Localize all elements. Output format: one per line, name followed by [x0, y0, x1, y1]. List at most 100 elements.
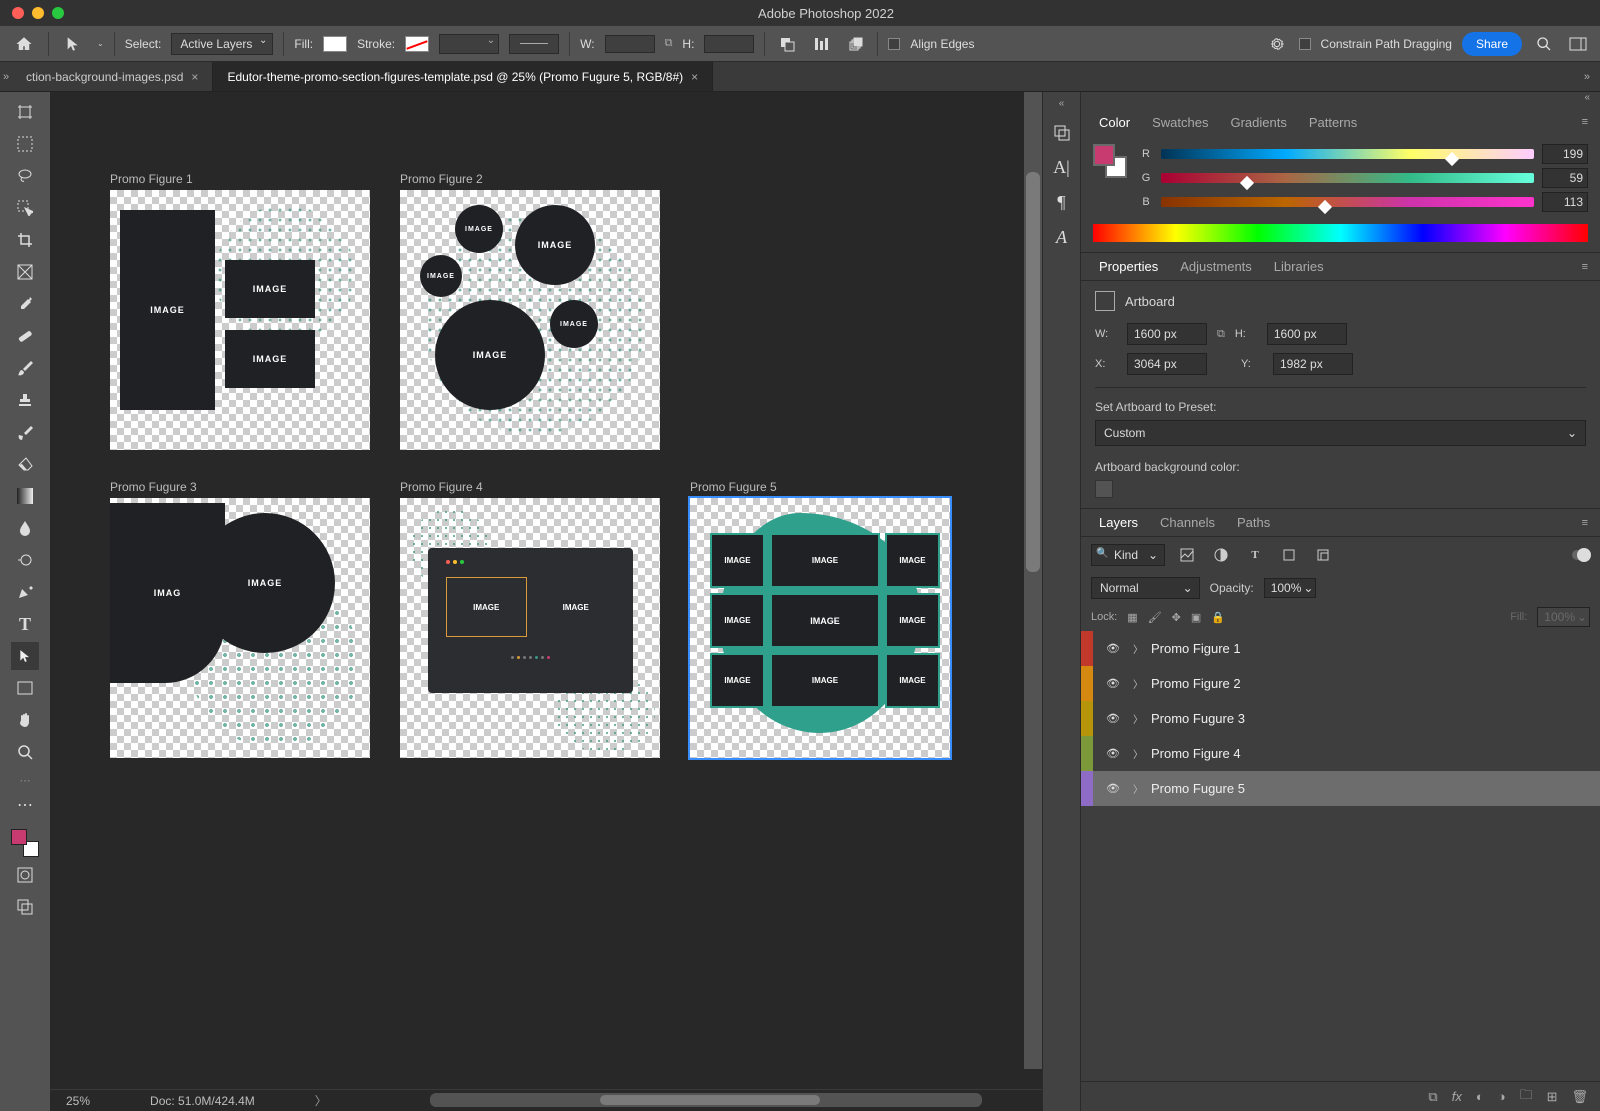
spectrum-picker[interactable] — [1093, 224, 1588, 242]
zoom-tool[interactable] — [11, 738, 39, 766]
options-gear-button[interactable] — [1265, 32, 1289, 56]
align-edges-checkbox[interactable] — [888, 38, 900, 50]
height-field[interactable] — [704, 35, 754, 53]
panel-menu-icon[interactable]: ≡ — [1582, 116, 1592, 128]
green-value[interactable] — [1542, 168, 1588, 188]
artboard-bgcolor-swatch[interactable] — [1095, 480, 1113, 498]
stroke-style-dropdown[interactable] — [509, 34, 559, 54]
layer-style-icon[interactable]: fx — [1452, 1089, 1462, 1104]
artboard-title[interactable]: Promo Figure 4 — [400, 480, 660, 494]
tab-swatches[interactable]: Swatches — [1142, 109, 1218, 136]
path-selection-tool[interactable] — [11, 642, 39, 670]
object-selection-tool[interactable] — [11, 194, 39, 222]
path-alignment-button[interactable] — [809, 32, 833, 56]
foreground-color[interactable] — [11, 829, 27, 845]
lock-transparency-icon[interactable]: ▦ — [1127, 611, 1137, 624]
layer-item[interactable]: 👁 〉 Promo Fugure 5 — [1081, 771, 1600, 806]
expand-icon[interactable]: 〉 — [1133, 746, 1143, 761]
layer-item[interactable]: 👁 〉 Promo Figure 1 — [1081, 631, 1600, 666]
collapse-panels-icon[interactable]: « — [1081, 92, 1600, 108]
stroke-width-dropdown[interactable] — [439, 34, 499, 54]
marquee-tool[interactable] — [11, 130, 39, 158]
artboard-4[interactable]: IMAGE IMAGE — [400, 498, 660, 758]
visibility-icon[interactable]: 👁 — [1101, 677, 1125, 690]
close-tab-icon[interactable]: × — [691, 70, 698, 84]
minimize-window-button[interactable] — [32, 7, 44, 19]
height-field[interactable] — [1267, 323, 1347, 345]
x-field[interactable] — [1127, 353, 1207, 375]
blend-mode-dropdown[interactable]: Normal — [1091, 577, 1200, 599]
lock-all-icon[interactable]: 🔒 — [1211, 611, 1225, 624]
scrollbar-thumb[interactable] — [600, 1095, 820, 1105]
visibility-icon[interactable]: 👁 — [1101, 782, 1125, 795]
tab-adjustments[interactable]: Adjustments — [1170, 253, 1262, 280]
clone-stamp-tool[interactable] — [11, 386, 39, 414]
layer-filter-dropdown[interactable]: Kind — [1091, 544, 1165, 566]
artboard-2[interactable]: IMAGE IMAGE IMAGE IMAGE IMAGE — [400, 190, 660, 450]
width-field[interactable] — [1127, 323, 1207, 345]
blue-slider[interactable] — [1161, 197, 1534, 207]
paragraph-panel-icon[interactable]: ¶ — [1057, 192, 1065, 213]
status-chevron-icon[interactable]: 〉 — [315, 1092, 327, 1109]
path-operations-button[interactable] — [775, 32, 799, 56]
layer-mask-icon[interactable]: ◐ — [1476, 1089, 1484, 1104]
search-button[interactable] — [1532, 32, 1556, 56]
expand-icon[interactable]: 〉 — [1133, 676, 1143, 691]
home-button[interactable] — [10, 30, 38, 58]
maximize-window-button[interactable] — [52, 7, 64, 19]
expand-panels-icon[interactable]: « — [1059, 98, 1065, 109]
close-tab-icon[interactable]: × — [191, 70, 198, 84]
eraser-tool[interactable] — [11, 450, 39, 478]
tab-expand-icon[interactable]: » — [0, 71, 12, 83]
rectangle-tool[interactable] — [11, 674, 39, 702]
layer-item[interactable]: 👁 〉 Promo Figure 4 — [1081, 736, 1600, 771]
panel-menu-icon[interactable]: ≡ — [1582, 517, 1592, 529]
new-adjustment-icon[interactable]: ◑ — [1498, 1089, 1506, 1104]
type-tool[interactable]: T — [11, 610, 39, 638]
visibility-icon[interactable]: 👁 — [1101, 747, 1125, 760]
workspace-button[interactable] — [1566, 32, 1590, 56]
history-brush-tool[interactable] — [11, 418, 39, 446]
filter-pixel-icon[interactable] — [1175, 543, 1199, 567]
panel-menu-icon[interactable]: ≡ — [1582, 261, 1592, 273]
zoom-level[interactable]: 25% — [66, 1094, 90, 1108]
healing-brush-tool[interactable] — [11, 322, 39, 350]
document-tab-inactive[interactable]: ction-background-images.psd × — [12, 62, 213, 91]
tool-preset-chevron-icon[interactable]: ⌄ — [97, 39, 104, 48]
green-slider[interactable] — [1161, 173, 1534, 183]
tab-libraries[interactable]: Libraries — [1264, 253, 1334, 280]
eyedropper-tool[interactable] — [11, 290, 39, 318]
preset-dropdown[interactable]: Custom — [1095, 420, 1586, 446]
blur-tool[interactable] — [11, 514, 39, 542]
share-button[interactable]: Share — [1462, 32, 1522, 56]
tab-properties[interactable]: Properties — [1089, 253, 1168, 280]
artboard-3[interactable]: IMAG IMAGE — [110, 498, 370, 758]
lasso-tool[interactable] — [11, 162, 39, 190]
delete-layer-icon[interactable]: 🗑 — [1571, 1089, 1588, 1105]
artboard-5[interactable]: IMAGE IMAGE IMAGE IMAGE IMAGE IMAGE IMAG… — [690, 498, 950, 758]
quick-mask-button[interactable] — [11, 861, 39, 889]
filter-smart-icon[interactable] — [1311, 543, 1335, 567]
artboard-title[interactable]: Promo Figure 1 — [110, 172, 370, 186]
tab-layers[interactable]: Layers — [1089, 509, 1148, 536]
horizontal-scrollbar[interactable] — [430, 1093, 982, 1107]
dodge-tool[interactable] — [11, 546, 39, 574]
new-layer-icon[interactable]: ⊞ — [1547, 1089, 1558, 1105]
hand-tool[interactable] — [11, 706, 39, 734]
tab-color[interactable]: Color — [1089, 109, 1140, 136]
tab-collapse-icon[interactable]: » — [1584, 71, 1590, 83]
document-tab-active[interactable]: Edutor-theme-promo-section-figures-templ… — [213, 62, 713, 91]
pen-tool[interactable] — [11, 578, 39, 606]
crop-tool[interactable] — [11, 226, 39, 254]
brushes-panel-icon[interactable] — [1052, 123, 1072, 143]
new-group-icon[interactable]: 🗀 — [1520, 1086, 1533, 1108]
artboard-1[interactable]: IMAGE IMAGE IMAGE — [110, 190, 370, 450]
lock-image-icon[interactable]: 🖌 — [1148, 611, 1162, 624]
blue-value[interactable] — [1542, 192, 1588, 212]
edit-toolbar-button[interactable]: ⋯ — [11, 791, 39, 819]
artboard-title[interactable]: Promo Fugure 3 — [110, 480, 370, 494]
artboard-title[interactable]: Promo Fugure 5 — [690, 480, 950, 494]
constrain-checkbox[interactable] — [1299, 38, 1311, 50]
artboard-title[interactable]: Promo Figure 2 — [400, 172, 660, 186]
width-field[interactable] — [605, 35, 655, 53]
